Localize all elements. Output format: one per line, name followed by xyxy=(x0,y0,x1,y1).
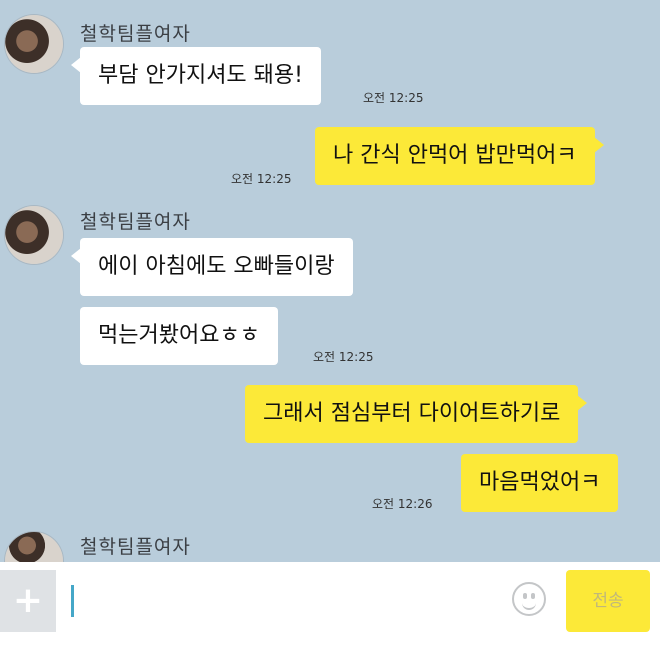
message-bubble[interactable]: 부담 안가지셔도 돼용! xyxy=(71,47,321,105)
message-time: 오전 12:25 xyxy=(231,172,292,186)
message-input[interactable] xyxy=(64,570,500,632)
avatar[interactable] xyxy=(5,532,63,562)
emoji-icon[interactable] xyxy=(512,582,546,616)
message-bubble[interactable]: 먹는거봤어요ㅎㅎ xyxy=(80,307,278,365)
avatar[interactable] xyxy=(5,206,63,264)
message-bubble[interactable]: 그래서 점심부터 다이어트하기로 xyxy=(245,385,588,443)
avatar[interactable] xyxy=(5,15,63,73)
plus-icon[interactable]: + xyxy=(0,570,56,632)
message-bubble[interactable]: 마음먹었어ㅋ xyxy=(461,454,619,512)
emoji-eye xyxy=(523,593,527,599)
send-button[interactable]: 전송 xyxy=(566,570,650,632)
sender-name: 철학팀플여자 xyxy=(80,536,191,558)
message-time: 오전 12:25 xyxy=(363,91,424,105)
text-caret xyxy=(71,585,74,617)
message-bubble[interactable]: 에이 아침에도 오빠들이랑 xyxy=(71,238,353,296)
sender-name: 철학팀플여자 xyxy=(80,211,191,233)
emoji-mouth xyxy=(522,600,536,610)
chat-area: 철학팀플여자 부담 안가지셔도 돼용! 오전 12:25 나 간식 안먹어 밥만… xyxy=(0,0,660,562)
message-time: 오전 12:26 xyxy=(372,497,433,511)
message-bubble[interactable]: 나 간식 안먹어 밥만먹어ㅋ xyxy=(315,127,604,185)
message-time: 오전 12:25 xyxy=(313,350,374,364)
input-bar: + 전송 xyxy=(0,562,660,646)
emoji-eye xyxy=(531,593,535,599)
sender-name: 철학팀플여자 xyxy=(80,23,191,45)
